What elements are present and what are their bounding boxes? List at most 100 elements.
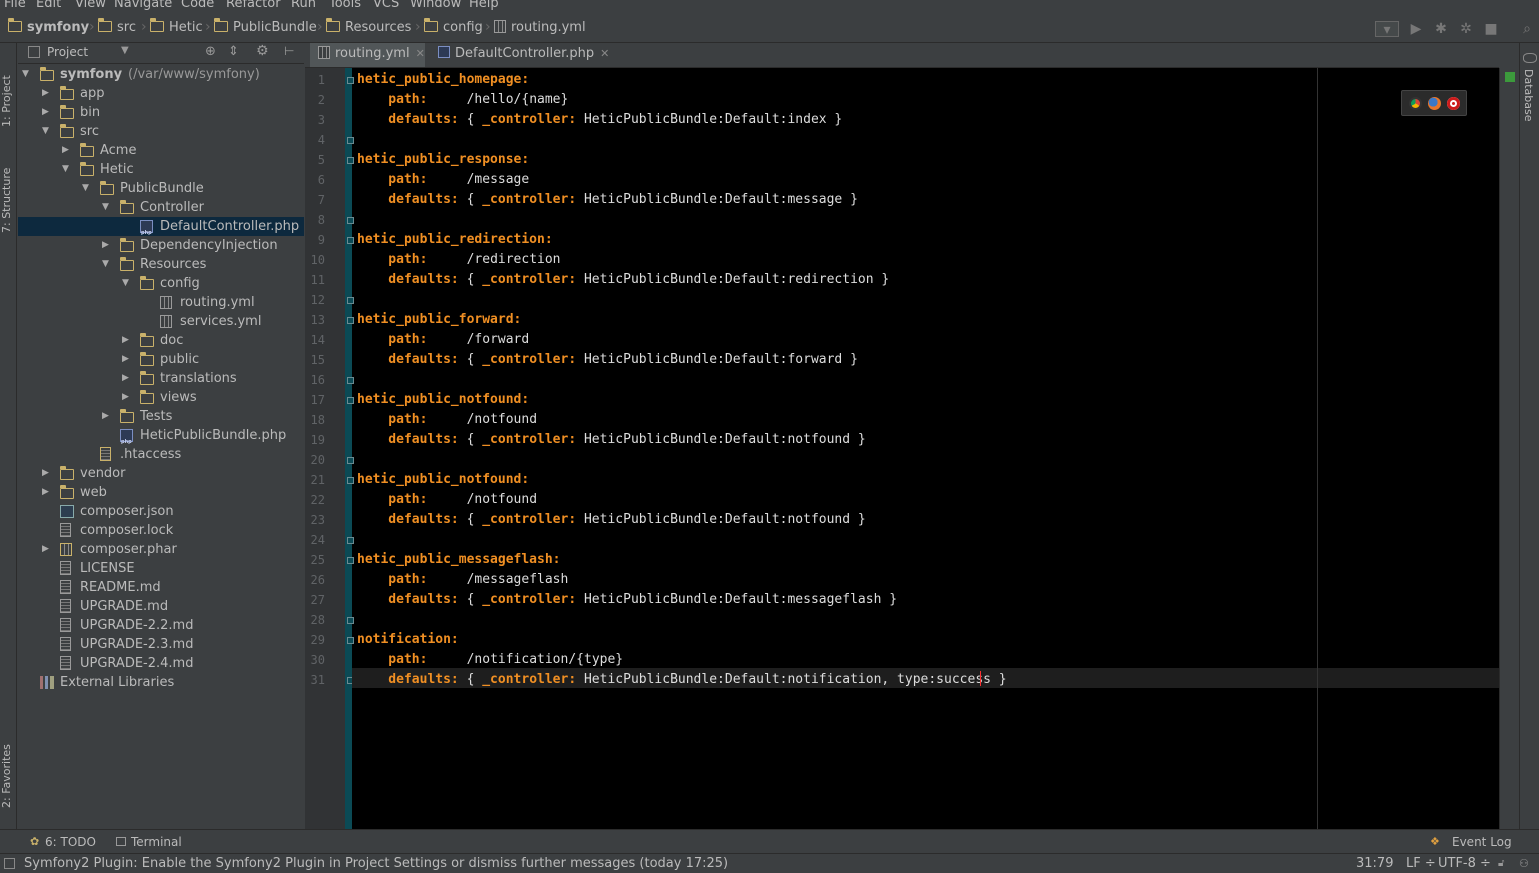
tree-item[interactable]: composer.json	[18, 502, 304, 521]
caret-position[interactable]: 31:79	[1356, 856, 1393, 871]
firefox-icon[interactable]	[1428, 97, 1441, 110]
breadcrumb-6[interactable]: routing.yml	[494, 20, 586, 38]
tree-item[interactable]: ▶ web	[18, 483, 304, 502]
tree-item[interactable]: DefaultController.php	[18, 217, 304, 243]
search-icon[interactable]: ⌕	[1519, 21, 1535, 37]
stop-icon[interactable]: ■	[1483, 21, 1499, 37]
tree-item[interactable]: HeticPublicBundle.php	[18, 426, 304, 452]
gear-icon[interactable]: ⚙	[256, 43, 269, 59]
expanded-arrow-icon[interactable]: ▼	[102, 198, 109, 217]
tree-item[interactable]: ▼ PublicBundle	[18, 179, 304, 198]
tree-item[interactable]: External Libraries	[18, 673, 304, 692]
project-tool-tab[interactable]: 1: Project	[0, 57, 17, 127]
tree-item[interactable]: ▼ Controller	[18, 198, 304, 217]
fold-start-marker[interactable]	[347, 637, 354, 644]
fold-end-marker[interactable]	[347, 377, 354, 384]
tree-item[interactable]: UPGRADE-2.4.md	[18, 654, 304, 673]
expanded-arrow-icon[interactable]: ▼	[82, 179, 89, 198]
expanded-arrow-icon[interactable]: ▼	[42, 122, 49, 141]
collapsed-arrow-icon[interactable]: ▶	[102, 236, 109, 255]
database-tool-tab[interactable]: Database	[1522, 69, 1535, 122]
fold-start-marker[interactable]	[347, 317, 354, 324]
chrome-icon[interactable]	[1409, 97, 1422, 110]
close-icon[interactable]: ✕	[416, 47, 425, 60]
tree-item[interactable]: ▶ bin	[18, 103, 304, 122]
tab-routing-yml[interactable]: routing.yml ✕	[310, 43, 425, 67]
tree-item[interactable]: ▶ public	[18, 350, 304, 369]
tree-item[interactable]: ▶ vendor	[18, 464, 304, 483]
menu-code[interactable]: Code	[181, 0, 214, 11]
tree-item[interactable]: ▶ app	[18, 84, 304, 103]
fold-end-marker[interactable]	[347, 217, 354, 224]
menu-navigate[interactable]: Navigate	[114, 0, 172, 11]
tree-item[interactable]: ▶ Acme	[18, 141, 304, 160]
scroll-from-source-icon[interactable]: ⊕	[205, 44, 216, 59]
todo-tool-button[interactable]: 6: TODO	[45, 835, 96, 849]
tree-item[interactable]: ▼ Resources	[18, 255, 304, 274]
menu-help[interactable]: Help	[469, 0, 499, 11]
breadcrumb-5[interactable]: config	[423, 18, 483, 38]
run-config-dropdown[interactable]: ▾	[1375, 21, 1399, 38]
fold-start-marker[interactable]	[347, 157, 354, 164]
breadcrumb-4[interactable]: Resources	[325, 18, 411, 38]
lock-icon[interactable]: 🔓︎	[1498, 858, 1504, 869]
file-encoding[interactable]: UTF-8 ÷	[1438, 856, 1491, 871]
status-message[interactable]: Symfony2 Plugin: Enable the Symfony2 Plu…	[24, 856, 728, 871]
tree-item[interactable]: ▶ Tests	[18, 407, 304, 426]
expanded-arrow-icon[interactable]: ▼	[122, 274, 129, 293]
collapsed-arrow-icon[interactable]: ▶	[42, 540, 49, 559]
tree-item[interactable]: README.md	[18, 578, 304, 597]
toggle-tool-windows-icon[interactable]	[4, 858, 15, 869]
collapsed-arrow-icon[interactable]: ▶	[122, 331, 129, 350]
collapsed-arrow-icon[interactable]: ▶	[122, 369, 129, 388]
fold-end-marker[interactable]	[347, 137, 354, 144]
fold-start-marker[interactable]	[347, 397, 354, 404]
breadcrumb-1[interactable]: src	[97, 18, 136, 38]
fold-start-marker[interactable]	[347, 477, 354, 484]
menu-file[interactable]: File	[4, 0, 26, 11]
menu-run[interactable]: Run	[291, 0, 316, 11]
tree-item[interactable]: UPGRADE-2.2.md	[18, 616, 304, 635]
tree-item[interactable]: ▼ Hetic	[18, 160, 304, 179]
favorites-tool-tab[interactable]: 2: Favorites	[0, 743, 17, 808]
tree-item[interactable]: UPGRADE-2.3.md	[18, 635, 304, 654]
menu-tools[interactable]: Tools	[329, 0, 361, 11]
structure-tool-tab[interactable]: 7: Structure	[0, 158, 17, 233]
fold-start-marker[interactable]	[347, 77, 354, 84]
terminal-tool-button[interactable]: Terminal	[131, 835, 182, 849]
tree-item[interactable]: ▶ views	[18, 388, 304, 407]
tree-item[interactable]: ▶ DependencyInjection	[18, 236, 304, 255]
tree-item[interactable]: ▼ symfony (/var/www/symfony)	[18, 65, 304, 84]
code-editor[interactable]: 1 2 3 4 5 6 7 8 9 10 11 12 13 14 15 16 17 18 19 20 21 22 23 24 2…	[305, 68, 1499, 829]
breadcrumb-2[interactable]: Hetic	[149, 18, 203, 38]
fold-start-marker[interactable]	[347, 237, 354, 244]
tree-item[interactable]: ▼ config	[18, 274, 304, 293]
debug-icon[interactable]: ✱	[1433, 21, 1449, 37]
close-icon[interactable]: ✕	[600, 47, 609, 60]
tree-item[interactable]: ▶ doc	[18, 331, 304, 350]
tree-item[interactable]: composer.lock	[18, 521, 304, 540]
fold-start-marker[interactable]	[347, 557, 354, 564]
tree-item[interactable]: UPGRADE.md	[18, 597, 304, 616]
fold-end-marker[interactable]	[347, 617, 354, 624]
menu-window[interactable]: Window	[410, 0, 461, 11]
tab-defaultcontroller-php[interactable]: DefaultController.php ✕	[430, 43, 610, 67]
breadcrumb-0[interactable]: symfony	[7, 18, 89, 38]
collapsed-arrow-icon[interactable]: ▶	[122, 350, 129, 369]
hide-panel-icon[interactable]: ⊢	[284, 44, 294, 58]
fold-end-marker[interactable]	[347, 297, 354, 304]
tree-item[interactable]: .htaccess	[18, 445, 304, 464]
inspector-icon[interactable]: ⚇	[1519, 857, 1529, 870]
run-icon[interactable]: ▶	[1408, 21, 1424, 37]
collapsed-arrow-icon[interactable]: ▶	[42, 464, 49, 483]
tree-item[interactable]: routing.yml	[18, 293, 304, 312]
collapse-all-icon[interactable]: ⇕	[228, 44, 239, 59]
tree-item[interactable]: ▶ composer.phar	[18, 540, 304, 559]
collapsed-arrow-icon[interactable]: ▶	[62, 141, 69, 160]
expanded-arrow-icon[interactable]: ▼	[62, 160, 69, 179]
tree-item[interactable]: services.yml	[18, 312, 304, 331]
menu-edit[interactable]: Edit	[36, 0, 61, 11]
menu-vcs[interactable]: VCS	[373, 0, 399, 11]
menu-refactor[interactable]: Refactor	[226, 0, 281, 11]
breadcrumb-3[interactable]: PublicBundle	[213, 18, 317, 38]
